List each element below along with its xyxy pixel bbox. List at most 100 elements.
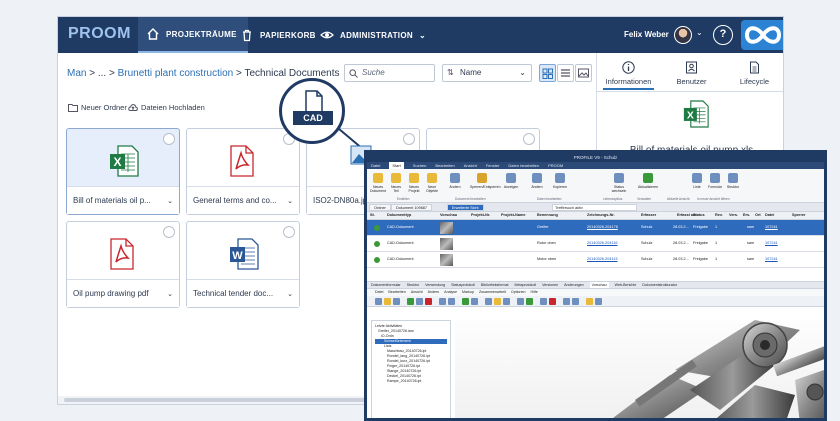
chevron-down-icon[interactable]: ⌄ bbox=[167, 197, 173, 205]
viewer-tool-icon[interactable] bbox=[494, 298, 501, 305]
viewer-tool-icon[interactable] bbox=[416, 298, 423, 305]
viewer-tool-icon[interactable] bbox=[563, 298, 570, 305]
column-header[interactable]: St. bbox=[370, 213, 375, 217]
chevron-down-icon[interactable]: ⌄ bbox=[287, 290, 293, 298]
cad-3d-viewer[interactable] bbox=[455, 320, 824, 418]
viewer-tool-icon[interactable] bbox=[485, 298, 492, 305]
viewer-menu-item[interactable]: Ändern bbox=[428, 289, 440, 296]
viewer-tool-icon[interactable] bbox=[526, 298, 533, 305]
tab-dokumentformular[interactable]: Dokumentformular bbox=[371, 282, 401, 288]
ribbon-refresh-button[interactable]: Aktualisieren bbox=[637, 173, 659, 189]
table-row[interactable]: CAD-Dokument Rotor oben 20140326-204116 … bbox=[367, 236, 824, 252]
column-header[interactable]: Zeichnungs-Nr. bbox=[587, 213, 615, 217]
tab-lifecycle[interactable]: Lifecycle bbox=[723, 61, 783, 86]
preview-view-button[interactable] bbox=[575, 64, 592, 82]
viewer-tool-icon[interactable] bbox=[517, 298, 524, 305]
viewer-tool-icon[interactable] bbox=[503, 298, 510, 305]
ribbon-form-button[interactable]: Formular bbox=[707, 173, 723, 189]
avatar[interactable] bbox=[674, 26, 692, 44]
menu-suchen[interactable]: Suchen bbox=[413, 162, 427, 169]
user-name[interactable]: Felix Weber bbox=[624, 30, 669, 39]
viewer-menu-item[interactable]: Markup bbox=[462, 289, 474, 296]
file-tile[interactable]: X Bill of materials oil p... ⌄ bbox=[66, 128, 180, 215]
column-header[interactable]: Ort bbox=[755, 213, 761, 217]
tab-versionen[interactable]: Versionen bbox=[542, 282, 558, 288]
grid-view-button[interactable] bbox=[539, 64, 556, 82]
tile-select-checkbox[interactable] bbox=[163, 133, 175, 145]
tab-bibliotheksformat[interactable]: Bibliotheksformat bbox=[481, 282, 509, 288]
table-row[interactable]: CAD-Dokument Motor oben 20140326-204113 … bbox=[367, 252, 824, 268]
viewer-tool-icon[interactable] bbox=[540, 298, 547, 305]
nav-papierkorb[interactable]: PAPIERKORB bbox=[240, 17, 316, 53]
column-header[interactable]: Benennung bbox=[537, 213, 558, 217]
tile-select-checkbox[interactable] bbox=[163, 226, 175, 238]
tab-vorschau[interactable]: Vorschau bbox=[589, 282, 609, 288]
viewer-tool-icon[interactable] bbox=[586, 298, 593, 305]
column-header[interactable]: Vers. bbox=[729, 213, 738, 217]
viewer-tool-icon[interactable] bbox=[393, 298, 400, 305]
tab-metaprotokoll[interactable]: Metaprotokoll bbox=[515, 282, 537, 288]
ribbon-copy-button[interactable]: Kopieren bbox=[552, 173, 568, 189]
column-header[interactable]: Erfasser bbox=[641, 213, 656, 217]
table-row[interactable]: CAD-Dokument Greifer 20140326-204176 Sch… bbox=[367, 220, 824, 236]
tab-web-berichte[interactable]: Web-Berichte bbox=[615, 282, 637, 288]
new-folder-button[interactable]: Neuer Ordner bbox=[68, 103, 127, 112]
menu-daten-bearbeiten[interactable]: Daten bearbeiten bbox=[508, 162, 539, 169]
ribbon-show-button[interactable]: Anzeigen bbox=[503, 173, 519, 189]
viewer-tool-icon[interactable] bbox=[572, 298, 579, 305]
column-header[interactable]: Sperrer bbox=[792, 213, 806, 217]
viewer-tool-icon[interactable] bbox=[439, 298, 446, 305]
column-header[interactable]: Projekt-Nr. bbox=[471, 213, 490, 217]
nav-administration[interactable]: ADMINISTRATION ⌄ bbox=[320, 17, 426, 53]
chevron-down-icon[interactable]: ⌄ bbox=[696, 28, 703, 37]
file-tile[interactable]: General terms and co... ⌄ bbox=[186, 128, 300, 215]
file-tile[interactable]: Oil pump drawing pdf ⌄ bbox=[66, 221, 180, 308]
tree-item[interactable]: Rampe_20140726.ipt bbox=[375, 379, 447, 384]
upload-files-button[interactable]: Dateien Hochladen bbox=[128, 103, 205, 112]
column-header[interactable]: Ers. bbox=[743, 213, 750, 217]
viewer-tool-icon[interactable] bbox=[425, 298, 432, 305]
ribbon-status-button[interactable]: Status wechseln bbox=[611, 173, 627, 193]
file-tile[interactable]: W Technical tender doc... ⌄ bbox=[186, 221, 300, 308]
ribbon-edit-button[interactable]: Ändern bbox=[447, 173, 463, 189]
viewer-tool-icon[interactable] bbox=[549, 298, 556, 305]
ribbon-lock-button[interactable]: Sperren/Entsperren bbox=[470, 173, 501, 189]
menu-start[interactable]: Start bbox=[389, 162, 404, 169]
tab-benutzer[interactable]: Benutzer bbox=[660, 61, 723, 86]
menu-datei[interactable]: Datei bbox=[371, 162, 380, 169]
breadcrumb-project[interactable]: Brunetti plant construction bbox=[118, 68, 234, 79]
column-header[interactable]: Status bbox=[693, 213, 705, 217]
ribbon-change-button[interactable]: Ändern bbox=[529, 173, 545, 189]
viewer-tool-icon[interactable] bbox=[595, 298, 602, 305]
menu-fenster[interactable]: Fenster bbox=[486, 162, 500, 169]
breadcrumb-root[interactable]: Man bbox=[67, 68, 86, 79]
viewer-menu-item[interactable]: Hilfe bbox=[531, 289, 538, 296]
menu-ansicht[interactable]: Ansicht bbox=[464, 162, 477, 169]
menu-bearbeiten[interactable]: Bearbeiten bbox=[435, 162, 454, 169]
tab-dokument[interactable]: Dokument 109687 bbox=[391, 204, 433, 211]
list-view-button[interactable] bbox=[557, 64, 574, 82]
tab-erweiterte-sicht[interactable]: Erweiterte Sicht bbox=[447, 204, 484, 211]
viewer-menu-item[interactable]: Datei bbox=[375, 289, 383, 296]
tab-statusprotokoll[interactable]: Statusprotokoll bbox=[451, 282, 475, 288]
column-header[interactable]: Rev. bbox=[715, 213, 723, 217]
column-header[interactable]: Projekt-Name bbox=[501, 213, 525, 217]
help-button[interactable]: ? bbox=[713, 25, 733, 45]
tab-verwendung[interactable]: Verwendung bbox=[425, 282, 445, 288]
breadcrumb-ellipsis[interactable]: ... bbox=[98, 68, 106, 79]
tab-aenderungen[interactable]: Änderungen bbox=[564, 282, 584, 288]
tile-select-checkbox[interactable] bbox=[403, 133, 415, 145]
chevron-down-icon[interactable]: ⌄ bbox=[167, 290, 173, 298]
ribbon-new-part-button[interactable]: Neues Teil bbox=[388, 173, 404, 193]
ribbon-structure-button[interactable]: Struktur bbox=[725, 173, 741, 189]
column-header[interactable]: Dokumenttyp bbox=[387, 213, 411, 217]
menu-proom[interactable]: PROOM bbox=[548, 162, 563, 169]
nav-projektraeume[interactable]: PROJEKTRÄUME bbox=[138, 17, 248, 53]
sort-select[interactable]: ⇅ Name ⌄ bbox=[442, 64, 532, 82]
viewer-menu-item[interactable]: Ansicht bbox=[411, 289, 423, 296]
ribbon-new-objects-button[interactable]: Neue Objekte bbox=[424, 173, 440, 193]
viewer-menu-item[interactable]: Bearbeiten bbox=[388, 289, 405, 296]
search-input[interactable]: Suche bbox=[344, 64, 435, 82]
chevron-down-icon[interactable]: ⌄ bbox=[287, 197, 293, 205]
ribbon-new-project-button[interactable]: Neues Projekt bbox=[406, 173, 422, 193]
